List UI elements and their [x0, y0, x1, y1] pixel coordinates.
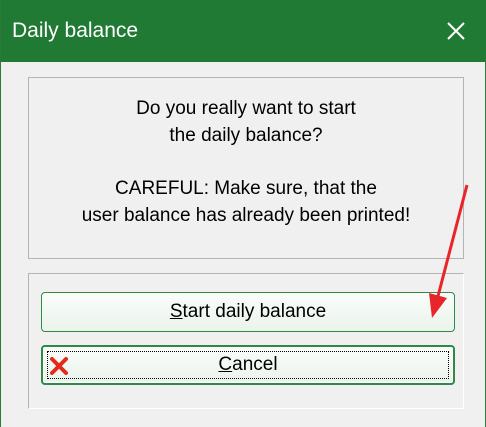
buttons-panel: Start daily balance Cancel — [28, 273, 464, 409]
cancel-button-label-rest: ancel — [232, 354, 278, 375]
red-x-icon — [50, 357, 68, 375]
close-button[interactable] — [425, 0, 486, 62]
start-button-label: Start daily balance — [170, 301, 326, 323]
cancel-button[interactable]: Cancel — [41, 345, 455, 385]
dialog-window: Daily balance Do you really want to star… — [0, 0, 486, 427]
message-question-line-1: Do you really want to start — [136, 98, 356, 119]
close-icon — [447, 22, 465, 40]
title-bar[interactable]: Daily balance — [1, 0, 486, 62]
start-button-mnemonic: S — [169, 301, 183, 322]
start-daily-balance-button[interactable]: Start daily balance — [41, 292, 455, 332]
window-title: Daily balance — [12, 19, 139, 42]
message-warning-line-1: CAREFUL: Make sure, that the — [115, 178, 377, 199]
cancel-button-mnemonic: C — [218, 354, 233, 375]
message-panel: Do you really want to start the daily ba… — [28, 77, 464, 259]
message-question-line-2: the daily balance? — [169, 125, 323, 146]
start-button-label-rest: tart daily balance — [182, 301, 327, 322]
message-warning-line-2: user balance has already been printed! — [81, 205, 411, 226]
cancel-button-label: Cancel — [218, 354, 277, 376]
